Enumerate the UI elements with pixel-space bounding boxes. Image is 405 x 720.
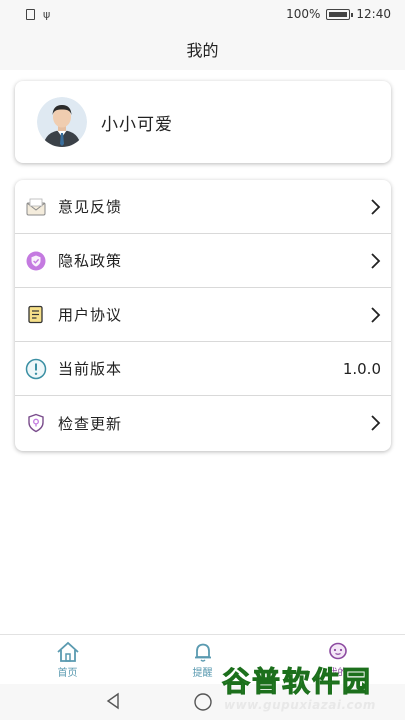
watermark-url: www.gupuxiazai.com bbox=[224, 698, 376, 712]
username: 小小可爱 bbox=[101, 114, 173, 135]
profile-card[interactable]: 小小可爱 bbox=[15, 81, 391, 163]
chevron-right-icon bbox=[369, 414, 381, 432]
info-icon bbox=[25, 358, 47, 380]
menu-label-privacy: 隐私政策 bbox=[58, 252, 123, 270]
location-shield-icon bbox=[25, 412, 47, 434]
watermark: 谷普软件园 www.gupuxiazai.com bbox=[221, 660, 402, 718]
home-icon bbox=[56, 641, 79, 662]
chevron-right-icon bbox=[369, 198, 381, 216]
battery-icon bbox=[326, 8, 354, 20]
settings-menu: 意见反馈 隐私政策 用户协议 当前版本 1.0.0 检查更新 bbox=[15, 180, 391, 451]
bell-icon bbox=[194, 643, 211, 662]
menu-item-current-version: 当前版本 1.0.0 bbox=[15, 342, 391, 396]
menu-item-user-agreement[interactable]: 用户协议 bbox=[15, 288, 391, 342]
version-value-wrap: 1.0.0 bbox=[343, 360, 381, 378]
avatar[interactable] bbox=[37, 97, 87, 147]
page-header: 我的 bbox=[0, 28, 405, 70]
avatar-icon bbox=[37, 97, 87, 147]
menu-label-current-version: 当前版本 bbox=[58, 360, 123, 378]
envelope-icon bbox=[25, 196, 47, 218]
document-icon bbox=[25, 304, 47, 326]
sd-card-icon bbox=[26, 8, 35, 20]
status-bar: ψ 100% 12:40 bbox=[0, 0, 405, 28]
menu-item-check-update[interactable]: 检查更新 bbox=[15, 396, 391, 450]
usb-icon: ψ bbox=[43, 7, 51, 21]
menu-label-check-update: 检查更新 bbox=[58, 414, 123, 433]
status-left-icons: ψ bbox=[26, 8, 50, 21]
battery-percent: 100% bbox=[286, 7, 321, 21]
tab-home[interactable]: 首页 bbox=[0, 635, 135, 684]
menu-label-feedback: 意见反馈 bbox=[58, 198, 123, 216]
back-button[interactable] bbox=[104, 692, 122, 714]
tab-label-home: 首页 bbox=[57, 667, 78, 679]
back-icon bbox=[106, 692, 119, 710]
chevron-right-icon bbox=[369, 306, 381, 324]
status-right: 100% 12:40 bbox=[286, 7, 391, 21]
menu-label-user-agreement: 用户协议 bbox=[58, 306, 123, 324]
menu-item-privacy[interactable]: 隐私政策 bbox=[15, 234, 391, 288]
home-circle-icon bbox=[194, 693, 212, 711]
page-title: 我的 bbox=[186, 41, 219, 60]
menu-item-feedback[interactable]: 意见反馈 bbox=[15, 180, 391, 234]
version-value: 1.0.0 bbox=[342, 359, 381, 378]
chevron-right-icon bbox=[369, 252, 381, 270]
shield-icon bbox=[25, 250, 47, 272]
tab-label-reminder: 提醒 bbox=[192, 667, 213, 679]
home-nav-button[interactable] bbox=[193, 692, 213, 716]
clock: 12:40 bbox=[356, 7, 391, 21]
watermark-brand: 谷普软件园 bbox=[221, 665, 373, 699]
